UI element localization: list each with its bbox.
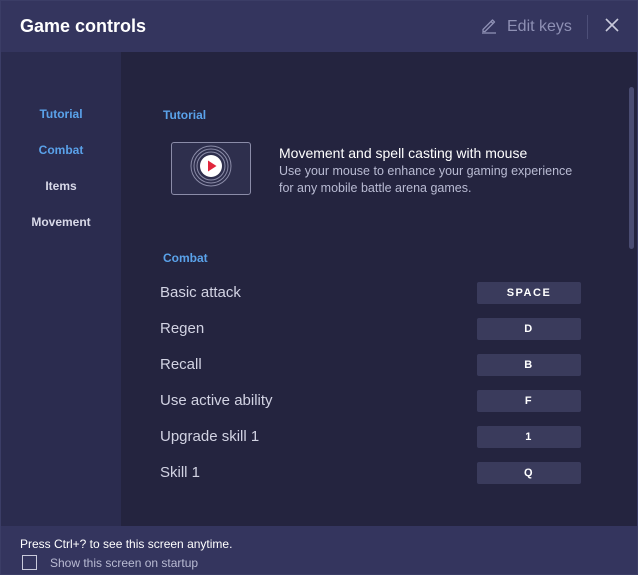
control-row-upgrade-skill-1: Upgrade skill 1 1 — [160, 426, 582, 448]
tutorial-section-label: Tutorial — [163, 108, 207, 122]
control-row-skill-1: Skill 1 Q — [160, 462, 582, 484]
key-binding-button[interactable]: D — [477, 318, 581, 340]
control-label: Upgrade skill 1 — [160, 428, 260, 445]
control-row-regen: Regen D — [160, 318, 582, 340]
sidebar-item-movement[interactable]: Movement — [1, 215, 121, 229]
tutorial-video-thumbnail[interactable] — [171, 142, 251, 195]
combat-section-label: Combat — [163, 251, 208, 265]
close-button[interactable] — [601, 16, 623, 38]
tutorial-title: Movement and spell casting with mouse — [279, 145, 528, 161]
key-binding-button[interactable]: 1 — [477, 426, 581, 448]
play-icon — [189, 144, 233, 193]
edit-keys-label: Edit keys — [507, 18, 572, 35]
control-row-use-active-ability: Use active ability F — [160, 390, 582, 412]
close-icon — [605, 17, 619, 37]
control-label: Recall — [160, 356, 202, 373]
footer-bar: Press Ctrl+? to see this screen anytime.… — [1, 526, 637, 574]
header-bar: Game controls Edit keys — [1, 1, 637, 52]
control-label: Basic attack — [160, 284, 241, 301]
pencil-icon — [480, 16, 498, 39]
show-on-startup-label[interactable]: Show this screen on startup — [50, 556, 198, 570]
game-controls-window: Game controls Edit keys Tutorial Combat … — [0, 0, 638, 575]
edit-keys-button[interactable]: Edit keys — [480, 15, 572, 39]
control-row-recall: Recall B — [160, 354, 582, 376]
scrollbar-thumb[interactable] — [629, 87, 634, 249]
tutorial-description: Use your mouse to enhance your gaming ex… — [279, 164, 573, 195]
header-divider — [587, 15, 588, 39]
control-row-basic-attack: Basic attack SPACE — [160, 282, 582, 304]
page-title: Game controls — [20, 16, 147, 36]
key-binding-button[interactable]: F — [477, 390, 581, 412]
control-label: Regen — [160, 320, 205, 337]
key-binding-button[interactable]: SPACE — [477, 282, 581, 304]
control-label: Use active ability — [160, 392, 273, 409]
sidebar-item-items[interactable]: Items — [1, 179, 121, 193]
sidebar-item-tutorial[interactable]: Tutorial — [1, 107, 121, 121]
show-on-startup-checkbox[interactable] — [22, 555, 37, 570]
sidebar-item-combat[interactable]: Combat — [1, 143, 121, 157]
key-binding-button[interactable]: B — [477, 354, 581, 376]
shortcut-hint: Press Ctrl+? to see this screen anytime. — [20, 537, 233, 551]
control-label: Skill 1 — [160, 464, 201, 481]
key-binding-button[interactable]: Q — [477, 462, 581, 484]
sidebar-nav: Tutorial Combat Items Movement — [1, 52, 121, 526]
main-content: Tutorial Movement and spell casting with… — [121, 52, 637, 526]
